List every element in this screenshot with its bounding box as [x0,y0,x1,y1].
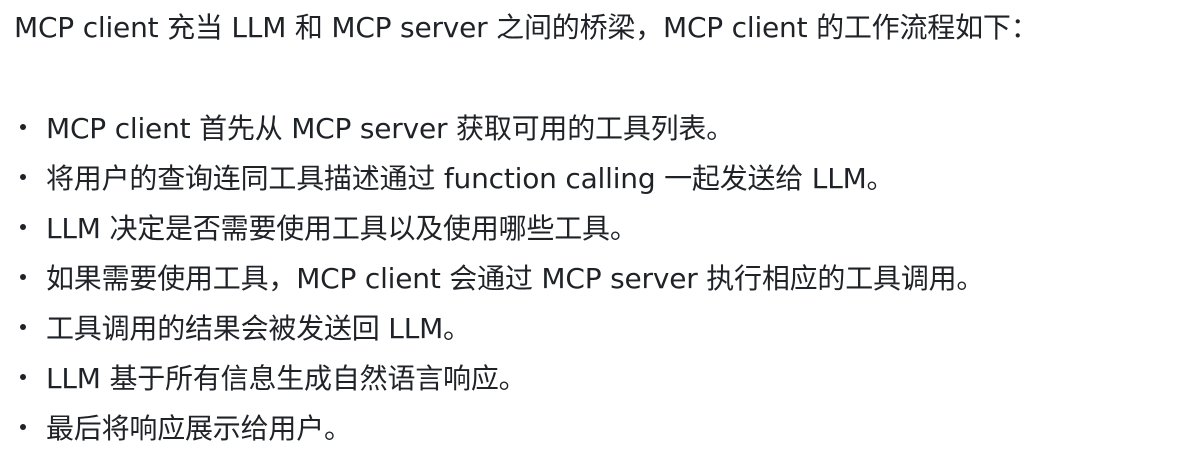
list-item-text: MCP client 首先从 MCP server 获取可用的工具列表。 [46,112,735,145]
list-item-text: 将用户的查询连同工具描述通过 function calling 一起发送给 LL… [46,162,895,195]
list-item: 将用户的查询连同工具描述通过 function calling 一起发送给 LL… [14,152,984,202]
list-item: LLM 基于所有信息生成自然语言响应。 [14,352,984,402]
bullet-icon [20,324,26,330]
bullet-icon [20,174,26,180]
list-item-text: 工具调用的结果会被发送回 LLM。 [46,312,471,345]
list-item-text: 如果需要使用工具，MCP client 会通过 MCP server 执行相应的… [46,262,985,295]
list-item: 工具调用的结果会被发送回 LLM。 [14,302,984,352]
list-item: MCP client 首先从 MCP server 获取可用的工具列表。 [14,102,984,152]
workflow-steps-list: MCP client 首先从 MCP server 获取可用的工具列表。 将用户… [14,102,984,452]
list-item: 如果需要使用工具，MCP client 会通过 MCP server 执行相应的… [14,252,984,302]
bullet-icon [20,374,26,380]
list-item: LLM 决定是否需要使用工具以及使用哪些工具。 [14,202,984,252]
bullet-icon [20,274,26,280]
document-body: MCP client 充当 LLM 和 MCP server 之间的桥梁，MCP… [0,0,1192,452]
list-item: 最后将响应展示给用户。 [14,402,984,452]
bullet-icon [20,224,26,230]
bullet-icon [20,124,26,130]
list-item-text: LLM 基于所有信息生成自然语言响应。 [46,362,527,395]
list-item-text: 最后将响应展示给用户。 [46,412,352,445]
list-item-text: LLM 决定是否需要使用工具以及使用哪些工具。 [46,212,638,245]
bullet-icon [20,424,26,430]
intro-paragraph: MCP client 充当 LLM 和 MCP server 之间的桥梁，MCP… [14,11,1039,44]
